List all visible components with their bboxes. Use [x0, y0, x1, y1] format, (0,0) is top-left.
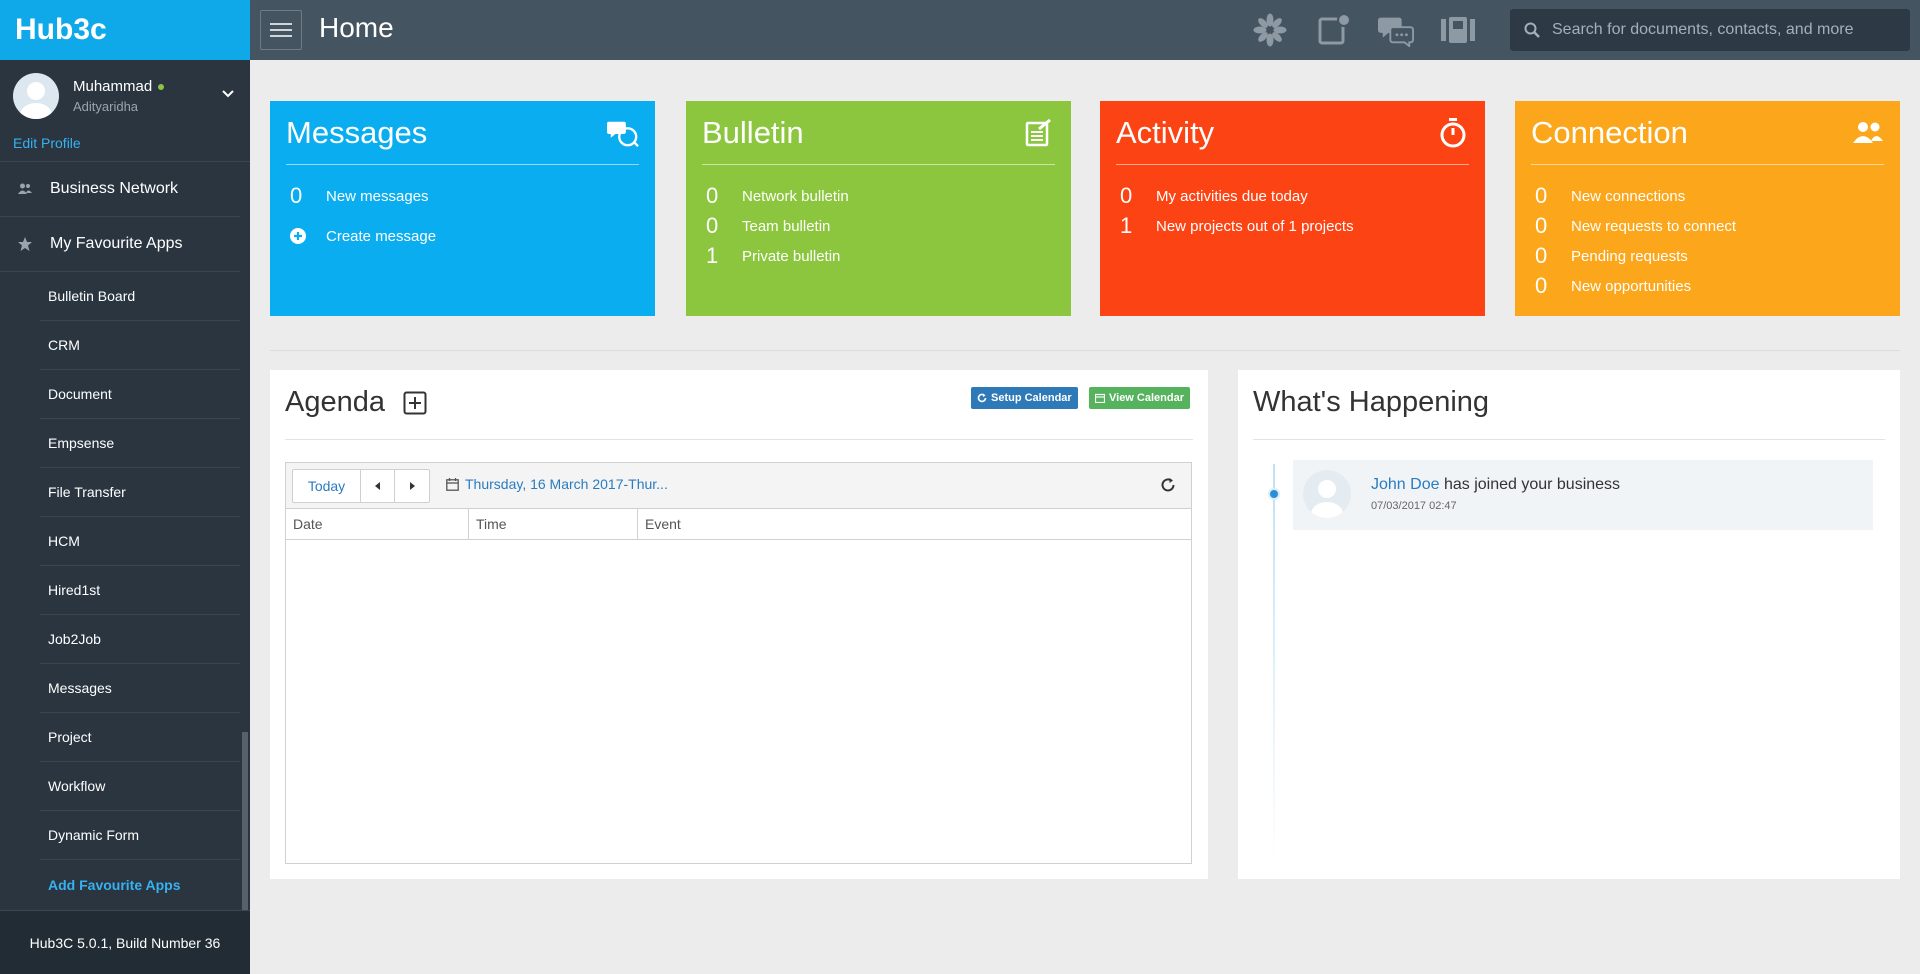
sidebar-scrollbar-thumb[interactable] [242, 732, 248, 924]
sidebar-app-empsense[interactable]: Empsense [40, 419, 240, 468]
sidebar-app-project[interactable]: Project [40, 713, 240, 762]
agenda-panel: Agenda Setup Calendar View Calendar Toda… [270, 370, 1208, 879]
sidebar-app-hired1st[interactable]: Hired1st [40, 566, 240, 615]
sidebar-app-bulletin-board[interactable]: Bulletin Board [40, 272, 240, 321]
user-link[interactable]: John Doe [1371, 476, 1440, 493]
video-call-icon[interactable] [1440, 12, 1476, 48]
chat-bubbles-icon [607, 117, 639, 149]
prev-button[interactable] [361, 470, 395, 502]
calendar: Today Thursday, 16 March 2017-Thur... Da… [285, 462, 1192, 864]
menu-icon [270, 23, 292, 37]
tile-row[interactable]: 0 Network bulletin [702, 181, 1055, 211]
version-info: Hub3C 5.0.1, Build Number 36 [0, 910, 250, 974]
plus-circle-icon [286, 228, 326, 244]
online-status-dot [158, 84, 165, 91]
timeline-event: John Doe has joined your business 07/03/… [1293, 460, 1873, 530]
panel-rule [285, 439, 1193, 440]
tile-title: Activity [1116, 114, 1215, 150]
calendar-icon [1095, 393, 1105, 403]
caret-right-icon [410, 482, 415, 490]
tile-title: Bulletin [702, 114, 804, 150]
page-title: Home [319, 12, 394, 43]
refresh-icon [977, 393, 987, 403]
tile-row[interactable]: 1 New projects out of 1 projects [1116, 211, 1469, 241]
users-icon [1852, 117, 1884, 149]
sidebar-app-messages[interactable]: Messages [40, 664, 240, 713]
tile-row[interactable]: 0 Pending requests [1531, 241, 1884, 271]
bulletin-tile[interactable]: Bulletin 0 Network bulletin 0 Team bulleti… [686, 101, 1071, 316]
star-icon [16, 235, 34, 253]
column-header-date[interactable]: Date [286, 509, 469, 539]
event-text: John Doe has joined your business [1371, 476, 1621, 493]
sidebar-item-label: Business Network [50, 180, 179, 197]
sidebar-app-hcm[interactable]: HCM [40, 517, 240, 566]
add-square-icon[interactable] [403, 391, 427, 415]
calendar-icon [446, 477, 459, 491]
profile-subtitle: Adityaridha [73, 99, 139, 114]
stopwatch-icon [1437, 117, 1469, 149]
today-button[interactable]: Today [293, 470, 361, 502]
search-input[interactable] [1552, 21, 1892, 39]
profile-panel: Muhammad Adityaridha Edit Profile [0, 60, 250, 162]
add-favourite-apps-link[interactable]: Add Favourite Apps [40, 860, 240, 909]
sidebar-item-favourites[interactable]: My Favourite Apps [0, 217, 240, 272]
profile-name: Muhammad [73, 78, 165, 95]
calendar-date-range[interactable]: Thursday, 16 March 2017-Thur... [446, 476, 668, 492]
apps-pinwheel-icon[interactable] [1252, 12, 1288, 48]
tile-row[interactable]: 0 New connections [1531, 181, 1884, 211]
panel-rule [1253, 439, 1885, 440]
sidebar-app-document[interactable]: Document [40, 370, 240, 419]
event-timestamp: 07/03/2017 02:47 [1371, 500, 1457, 512]
panel-title: What's Happening [1253, 386, 1490, 418]
messages-tile[interactable]: Messages 0 New messages Create message [270, 101, 655, 316]
sidebar-app-crm[interactable]: CRM [40, 321, 240, 370]
avatar[interactable] [1303, 470, 1351, 518]
column-header-time[interactable]: Time [469, 509, 638, 539]
avatar[interactable] [13, 73, 59, 119]
notification-icon[interactable] [1316, 12, 1352, 48]
sidebar-item-business-network[interactable]: Business Network [0, 162, 240, 217]
tile-row[interactable]: 1 Private bulletin [702, 241, 1055, 271]
create-message-link[interactable]: Create message [286, 221, 639, 251]
search-icon [1524, 22, 1540, 38]
tile-row[interactable]: 0 Team bulletin [702, 211, 1055, 241]
divider [270, 350, 1900, 351]
tile-row[interactable]: 0 New requests to connect [1531, 211, 1884, 241]
view-calendar-button[interactable]: View Calendar [1089, 387, 1190, 409]
caret-left-icon [374, 482, 380, 490]
sidebar-app-job2job[interactable]: Job2Job [40, 615, 240, 664]
hamburger-menu-button[interactable] [260, 10, 302, 50]
search-box[interactable] [1510, 9, 1910, 51]
sidebar: Hub3c Muhammad Adityaridha Edit Profile … [0, 0, 250, 974]
calendar-header-row: Date Time Event [286, 509, 1191, 540]
activity-tile[interactable]: Activity 0 My activities due today 1 New p… [1100, 101, 1485, 316]
edit-note-icon [1023, 117, 1055, 149]
chat-icon[interactable] [1378, 12, 1414, 48]
tile-row[interactable]: 0 New opportunities [1531, 271, 1884, 301]
tile-title: Connection [1531, 114, 1688, 150]
users-icon [16, 180, 34, 198]
top-bar: Home [250, 0, 1920, 60]
tile-row[interactable]: 0 My activities due today [1116, 181, 1469, 211]
timeline-line [1273, 464, 1275, 864]
sidebar-app-file-transfer[interactable]: File Transfer [40, 468, 240, 517]
timeline-dot [1268, 488, 1280, 500]
sidebar-app-workflow[interactable]: Workflow [40, 762, 240, 811]
column-header-event[interactable]: Event [638, 509, 1191, 539]
brand-logo[interactable]: Hub3c [0, 0, 250, 60]
tile-title: Messages [286, 114, 428, 150]
sidebar-app-dynamic-form[interactable]: Dynamic Form [40, 811, 240, 860]
sidebar-item-label: My Favourite Apps [50, 235, 183, 252]
edit-profile-link[interactable]: Edit Profile [13, 135, 81, 151]
panel-title: Agenda [285, 386, 427, 419]
connection-tile[interactable]: Connection 0 New connections 0 New request… [1515, 101, 1900, 316]
chevron-down-icon[interactable] [220, 86, 236, 102]
next-button[interactable] [395, 470, 429, 502]
calendar-toolbar: Today Thursday, 16 March 2017-Thur... [286, 463, 1191, 509]
tile-row[interactable]: 0 New messages [286, 181, 639, 211]
refresh-icon[interactable] [1159, 476, 1177, 494]
setup-calendar-button[interactable]: Setup Calendar [971, 387, 1078, 409]
whats-happening-panel: What's Happening John Doe has joined you… [1238, 370, 1900, 879]
